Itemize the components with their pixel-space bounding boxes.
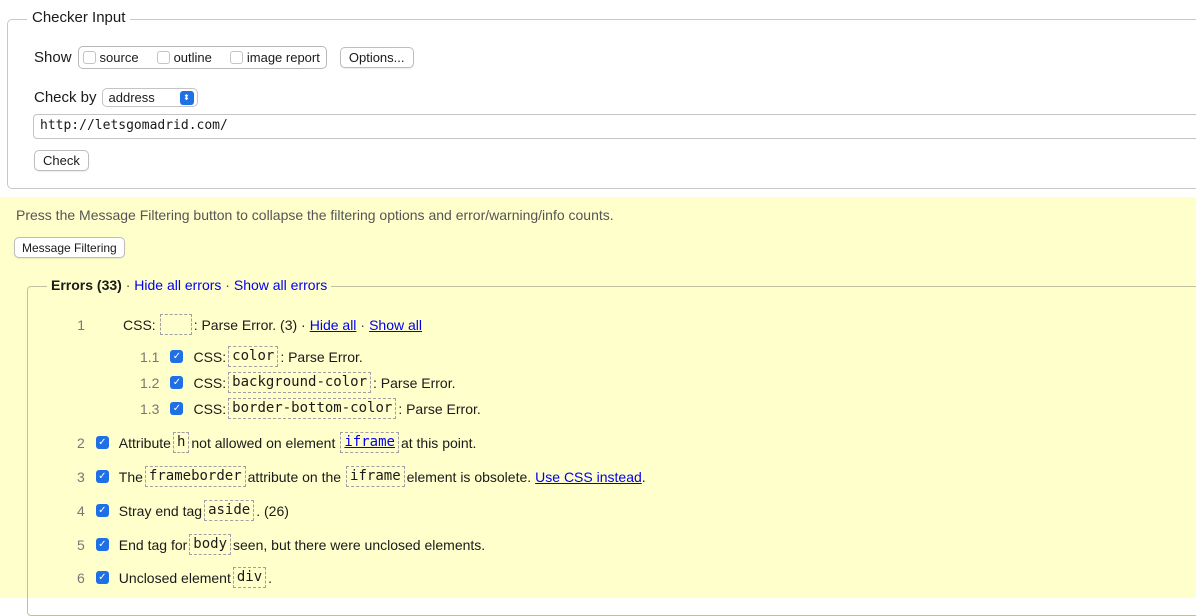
url-input[interactable]: http://letsgomadrid.com/ bbox=[33, 114, 1196, 139]
show-all-link[interactable]: Show all bbox=[369, 317, 422, 333]
checkbox-checked-icon[interactable]: ✓ bbox=[95, 436, 109, 449]
error-text: The bbox=[118, 468, 143, 485]
error-text: at this point. bbox=[400, 434, 477, 451]
error-item: 4 ✓ Stray end tag aside . (26) bbox=[77, 500, 289, 521]
source-checkbox-label: source bbox=[99, 50, 139, 65]
hide-all-link[interactable]: Hide all bbox=[310, 317, 357, 333]
checkbox-checked-icon[interactable]: ✓ bbox=[95, 504, 109, 517]
code-snippet: body bbox=[189, 534, 232, 555]
legend-separator: · bbox=[225, 277, 230, 293]
errors-count-title: Errors (33) bbox=[51, 277, 122, 293]
code-snippet: frameborder bbox=[144, 466, 246, 487]
image-report-checkbox-label: image report bbox=[246, 50, 320, 65]
message-filtering-button[interactable]: Message Filtering bbox=[14, 237, 125, 258]
error-text: seen, but there were unclosed elements. bbox=[233, 536, 486, 553]
css-prefix: CSS: bbox=[193, 400, 227, 417]
error-text: . bbox=[641, 468, 646, 485]
code-snippet: h bbox=[172, 432, 190, 453]
error-number: 1 bbox=[77, 316, 85, 333]
dot-separator: · bbox=[360, 316, 366, 333]
error-text: Attribute bbox=[118, 434, 171, 451]
error-item: 6 ✓ Unclosed element div . bbox=[77, 567, 272, 588]
error-item: 3 ✓ The frameborder attribute on the ifr… bbox=[77, 466, 646, 487]
check-by-label: Check by bbox=[34, 89, 97, 106]
error-number: 1.2 bbox=[140, 374, 160, 391]
css-prefix: CSS: bbox=[193, 374, 227, 391]
error-number: 4 bbox=[77, 502, 85, 519]
check-button[interactable]: Check bbox=[34, 150, 89, 171]
show-options-group: source outline image report bbox=[77, 46, 327, 69]
code-snippet: background-color bbox=[228, 372, 372, 393]
css-prefix: CSS: bbox=[123, 316, 156, 333]
check-by-select[interactable]: address ⬍ bbox=[101, 88, 198, 107]
checkbox-checked-icon[interactable]: ✓ bbox=[170, 376, 184, 389]
use-css-instead-link[interactable]: Use CSS instead bbox=[535, 469, 642, 485]
checkbox-checked-icon[interactable]: ✓ bbox=[95, 470, 109, 483]
errors-legend: Errors (33) · Hide all errors · Show all… bbox=[47, 277, 332, 293]
hide-all-errors-link[interactable]: Hide all errors bbox=[134, 277, 221, 293]
outline-checkbox-item[interactable]: outline bbox=[156, 50, 212, 65]
check-by-value: address bbox=[108, 90, 155, 105]
error-text: . bbox=[268, 569, 273, 586]
error-text: element is obsolete. bbox=[406, 468, 532, 485]
code-snippet: iframe bbox=[346, 466, 405, 487]
error-group-1: 1 CSS: : Parse Error. (3) · Hide all · S… bbox=[75, 314, 422, 335]
error-number: 2 bbox=[77, 434, 85, 451]
error-number: 1.3 bbox=[140, 400, 160, 417]
show-row: Show source outline image report Options… bbox=[34, 46, 414, 69]
source-checkbox[interactable] bbox=[82, 51, 96, 64]
error-text: Stray end tag bbox=[118, 502, 203, 519]
parse-error-text: : Parse Error. (3) · bbox=[193, 316, 306, 333]
code-snippet: border-bottom-color bbox=[228, 398, 397, 419]
check-by-row: Check by address ⬍ bbox=[34, 88, 198, 107]
outline-checkbox[interactable] bbox=[156, 51, 170, 64]
checkbox-checked-icon[interactable]: ✓ bbox=[95, 571, 109, 584]
error-number: 5 bbox=[77, 536, 85, 553]
css-prefix: CSS: bbox=[193, 348, 227, 365]
error-text: : Parse Error. bbox=[373, 374, 456, 391]
error-text: : Parse Error. bbox=[280, 348, 363, 365]
code-snippet: color bbox=[228, 346, 279, 367]
error-text: End tag for bbox=[118, 536, 188, 553]
legend-separator: · bbox=[125, 277, 131, 293]
code-snippet: aside bbox=[204, 500, 255, 521]
error-subitem: 1.3 ✓ CSS: border-bottom-color : Parse E… bbox=[140, 398, 481, 419]
error-number: 6 bbox=[77, 569, 85, 586]
error-text: . (26) bbox=[256, 502, 289, 519]
code-snippet: div bbox=[232, 567, 267, 588]
image-report-checkbox-item[interactable]: image report bbox=[229, 50, 320, 65]
checkbox-checked-icon[interactable]: ✓ bbox=[170, 350, 184, 363]
error-item: 2 ✓ Attribute h not allowed on element i… bbox=[77, 432, 476, 453]
error-text: : Parse Error. bbox=[398, 400, 481, 417]
code-link[interactable]: iframe bbox=[340, 432, 399, 453]
error-text: attribute on the bbox=[247, 468, 342, 485]
checkbox-checked-icon[interactable]: ✓ bbox=[95, 538, 109, 551]
options-button[interactable]: Options... bbox=[339, 47, 414, 68]
checkbox-checked-icon[interactable]: ✓ bbox=[170, 402, 184, 415]
image-report-checkbox[interactable] bbox=[229, 51, 243, 64]
filtering-note: Press the Message Filtering button to co… bbox=[16, 207, 614, 223]
results-panel: Press the Message Filtering button to co… bbox=[0, 197, 1196, 616]
show-label: Show bbox=[34, 49, 72, 66]
blank-code-snippet bbox=[159, 314, 192, 335]
show-all-errors-link[interactable]: Show all errors bbox=[234, 277, 327, 293]
checker-input-legend: Checker Input bbox=[27, 9, 131, 26]
source-checkbox-item[interactable]: source bbox=[82, 50, 139, 65]
select-arrows-icon: ⬍ bbox=[179, 90, 194, 105]
error-number: 1.1 bbox=[140, 348, 160, 365]
error-number: 3 bbox=[77, 468, 85, 485]
error-subitem: 1.1 ✓ CSS: color : Parse Error. bbox=[140, 346, 363, 367]
error-text: not allowed on element bbox=[191, 434, 336, 451]
error-subitem: 1.2 ✓ CSS: background-color : Parse Erro… bbox=[140, 372, 455, 393]
error-item: 5 ✓ End tag for body seen, but there wer… bbox=[77, 534, 485, 555]
outline-checkbox-label: outline bbox=[173, 50, 212, 65]
error-text: Unclosed element bbox=[118, 569, 231, 586]
